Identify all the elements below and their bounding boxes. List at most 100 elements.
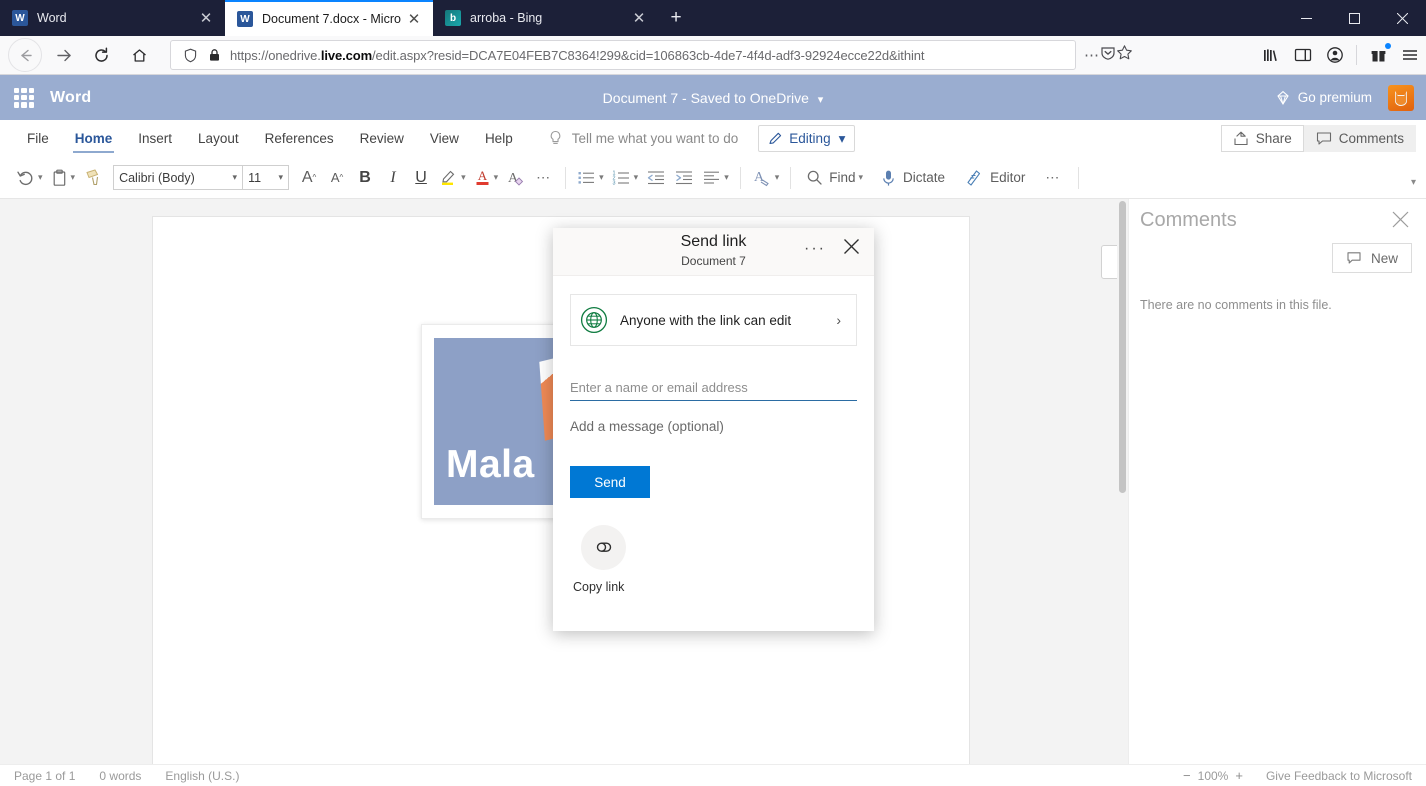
browser-tab-word[interactable]: W Word ✕ xyxy=(0,0,225,36)
bold-button[interactable]: B xyxy=(351,163,379,193)
new-comment-button[interactable]: New xyxy=(1332,243,1412,273)
shrink-font-button[interactable]: A^ xyxy=(323,163,351,193)
zoom-in-button[interactable]: + xyxy=(1228,768,1250,783)
ribbon-tab-view[interactable]: View xyxy=(417,120,472,157)
back-arrow-icon[interactable] xyxy=(8,38,42,72)
hamburger-menu-icon[interactable] xyxy=(1394,39,1426,71)
chevron-down-icon[interactable]: ▾ xyxy=(859,172,864,183)
reload-icon[interactable] xyxy=(84,38,118,72)
new-tab-button[interactable]: + xyxy=(658,0,694,36)
editor-button[interactable]: Editor xyxy=(955,163,1035,193)
home-icon[interactable] xyxy=(122,38,156,72)
recipient-input[interactable]: Enter a name or email address xyxy=(570,373,857,401)
font-color-button[interactable]: A ▾ xyxy=(470,163,503,193)
close-icon[interactable]: ✕ xyxy=(401,6,427,32)
lock-icon[interactable] xyxy=(202,48,226,62)
font-name-select[interactable]: Calibri (Body) ▾ xyxy=(114,166,242,189)
highlight-button[interactable]: ▾ xyxy=(435,163,470,193)
chevron-right-icon[interactable]: › xyxy=(836,312,847,328)
link-permission-row[interactable]: Anyone with the link can edit › xyxy=(570,294,857,346)
forward-arrow-icon[interactable] xyxy=(46,38,80,72)
ribbon-tab-file[interactable]: File xyxy=(14,120,62,157)
ribbon-tab-layout[interactable]: Layout xyxy=(185,120,252,157)
message-input[interactable]: Add a message (optional) xyxy=(570,419,857,434)
more-font-options-button[interactable]: ⋯ xyxy=(530,163,558,193)
increase-indent-button[interactable] xyxy=(670,163,698,193)
extension-gift-icon[interactable] xyxy=(1362,39,1394,71)
close-icon[interactable]: ✕ xyxy=(193,5,219,31)
format-painter-button[interactable] xyxy=(79,163,107,193)
document-title[interactable]: Document 7 - Saved to OneDrive xyxy=(603,90,809,106)
minimize-button[interactable] xyxy=(1282,0,1330,36)
language-indicator[interactable]: English (U.S.) xyxy=(153,769,251,783)
paste-button[interactable]: ▾ xyxy=(47,163,80,193)
chevron-down-icon[interactable]: ▾ xyxy=(775,172,780,183)
share-button[interactable]: Share xyxy=(1221,125,1304,152)
collapse-ribbon-icon[interactable]: ▾ xyxy=(1411,177,1416,188)
maximize-button[interactable] xyxy=(1330,0,1378,36)
ribbon-tab-review[interactable]: Review xyxy=(347,120,417,157)
close-icon[interactable] xyxy=(1392,211,1409,233)
page-count[interactable]: Page 1 of 1 xyxy=(0,769,87,783)
url-bar[interactable]: https://onedrive.live.com/edit.aspx?resi… xyxy=(170,40,1076,70)
feedback-link[interactable]: Give Feedback to Microsoft xyxy=(1250,769,1412,783)
chevron-down-icon[interactable]: ▾ xyxy=(818,94,824,106)
ribbon-tab-help[interactable]: Help xyxy=(472,120,526,157)
grow-font-button[interactable]: A^ xyxy=(295,163,323,193)
avatar[interactable] xyxy=(1388,85,1414,111)
chevron-down-icon[interactable]: ▾ xyxy=(461,172,466,183)
decrease-indent-button[interactable] xyxy=(642,163,670,193)
page-actions-icon[interactable]: ⋯ xyxy=(1084,46,1100,64)
ribbon-tab-references[interactable]: References xyxy=(252,120,347,157)
app-launcher-icon[interactable] xyxy=(14,88,34,108)
dictate-button[interactable]: Dictate xyxy=(871,163,955,193)
bullets-button[interactable]: ▾ xyxy=(573,163,608,193)
shield-icon[interactable] xyxy=(178,48,202,63)
dialog-close-icon[interactable] xyxy=(843,238,860,260)
find-button[interactable]: Find ▾ xyxy=(798,163,871,193)
ribbon-tab-home[interactable]: Home xyxy=(62,120,126,157)
pocket-save-icon[interactable] xyxy=(1100,45,1116,66)
close-button[interactable] xyxy=(1378,0,1426,36)
undo-button[interactable]: ▾ xyxy=(12,163,47,193)
scrollbar-thumb[interactable] xyxy=(1119,201,1126,493)
sidebar-icon[interactable] xyxy=(1287,39,1319,71)
chevron-down-icon[interactable]: ▾ xyxy=(634,172,639,183)
more-tools-button[interactable]: ⋯ xyxy=(1035,163,1071,193)
chevron-down-icon[interactable]: ▾ xyxy=(38,172,43,183)
chevron-down-icon[interactable]: ▾ xyxy=(71,172,76,183)
italic-button[interactable]: I xyxy=(379,163,407,193)
app-name-label[interactable]: Word xyxy=(50,89,91,107)
word-count[interactable]: 0 words xyxy=(87,769,153,783)
underline-button[interactable]: U xyxy=(407,163,435,193)
ribbon-tab-insert[interactable]: Insert xyxy=(125,120,185,157)
zoom-out-button[interactable]: − xyxy=(1176,768,1198,783)
chevron-down-icon[interactable]: ▾ xyxy=(279,172,284,183)
chevron-down-icon[interactable]: ▾ xyxy=(494,172,499,183)
chevron-down-icon[interactable]: ▾ xyxy=(724,172,729,183)
styles-button[interactable]: A ▾ xyxy=(748,163,784,193)
link-icon[interactable] xyxy=(581,525,626,570)
comments-button[interactable]: Comments xyxy=(1304,125,1416,152)
chevron-down-icon[interactable]: ▾ xyxy=(839,131,846,147)
close-icon[interactable]: ✕ xyxy=(626,5,652,31)
scrollbar-track[interactable] xyxy=(1117,199,1128,764)
align-button[interactable]: ▾ xyxy=(698,163,733,193)
account-icon[interactable] xyxy=(1319,39,1351,71)
url-text[interactable]: https://onedrive.live.com/edit.aspx?resi… xyxy=(226,48,1068,63)
go-premium-button[interactable]: Go premium xyxy=(1275,90,1372,106)
clear-formatting-button[interactable]: A xyxy=(502,163,530,193)
library-icon[interactable] xyxy=(1255,39,1287,71)
browser-tab-bing[interactable]: b arroba - Bing ✕ xyxy=(433,0,658,36)
numbering-button[interactable]: 123 ▾ xyxy=(608,163,643,193)
bookmark-star-icon[interactable] xyxy=(1116,44,1133,66)
zoom-value[interactable]: 100% xyxy=(1198,769,1229,783)
browser-tab-document7[interactable]: W Document 7.docx - Microsoft W ✕ xyxy=(225,0,433,36)
tell-me-search[interactable]: Tell me what you want to do xyxy=(548,130,739,147)
copy-link-section[interactable]: Copy link xyxy=(570,525,857,594)
font-size-select[interactable]: 11 ▾ xyxy=(242,166,288,189)
send-button[interactable]: Send xyxy=(570,466,650,498)
editing-mode-button[interactable]: Editing ▾ xyxy=(758,125,855,152)
chevron-down-icon[interactable]: ▾ xyxy=(599,172,604,183)
dialog-more-options-button[interactable]: ··· xyxy=(804,240,826,258)
